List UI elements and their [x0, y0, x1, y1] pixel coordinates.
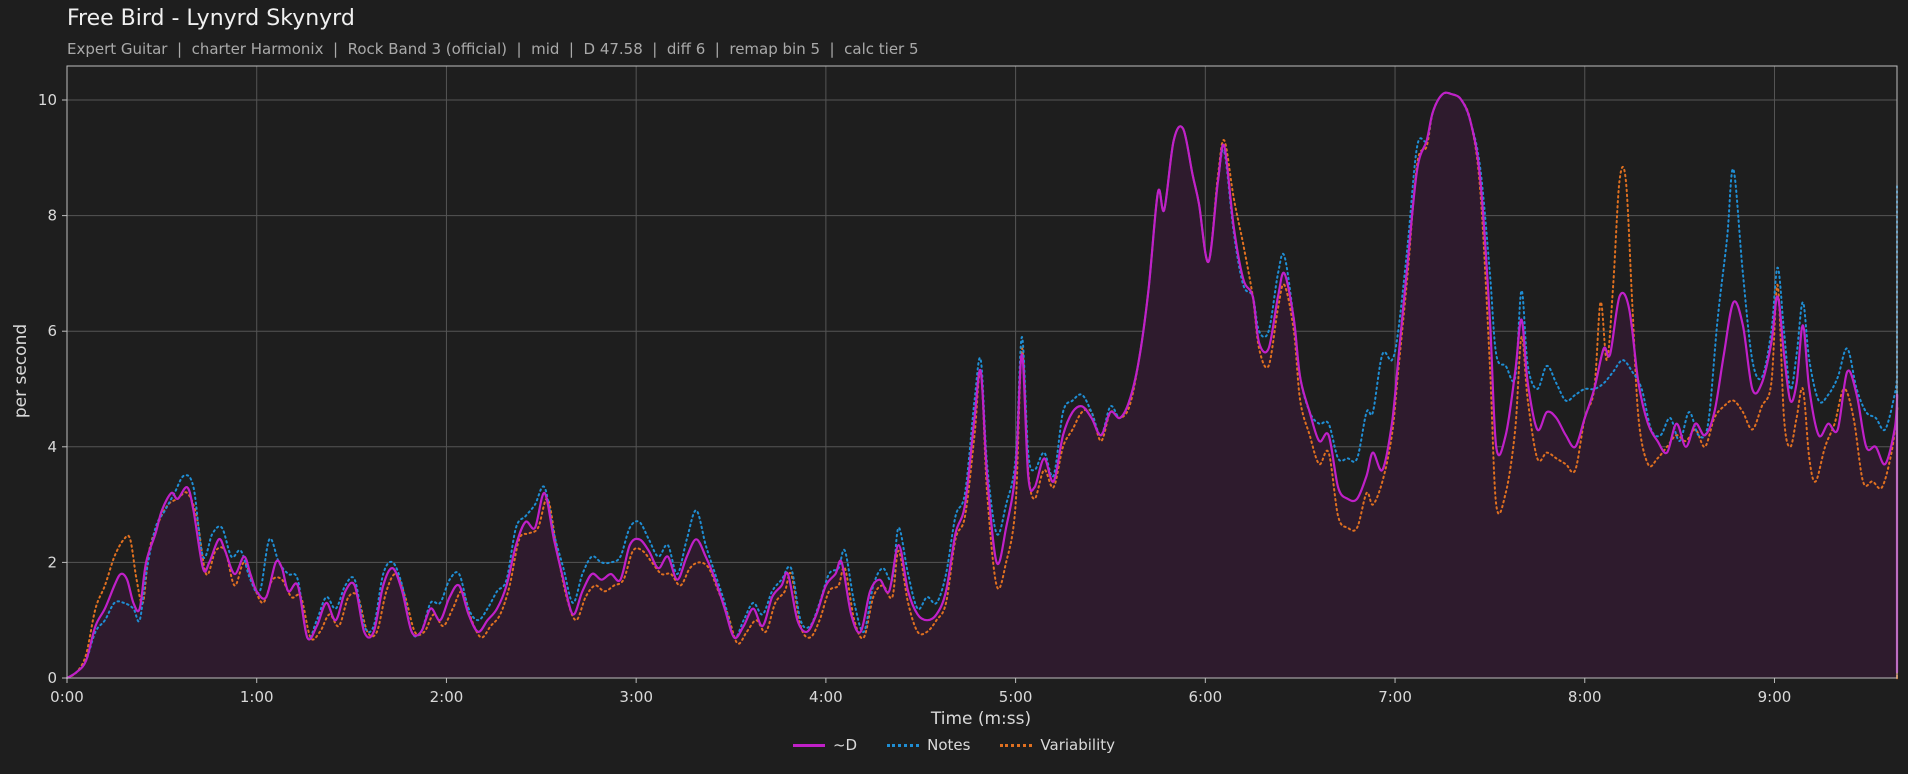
y-axis-ticks: 0 2 4 6 8 10 — [38, 91, 67, 687]
x-tick-label: 3:00 — [619, 688, 653, 706]
y-tick-label: 6 — [47, 322, 57, 340]
x-tick-label: 9:00 — [1758, 688, 1792, 706]
legend-label-variability: Variability — [1040, 736, 1116, 754]
y-tick-label: 0 — [47, 669, 57, 687]
y-tick-label: 10 — [38, 91, 57, 109]
legend-item-notes: Notes — [887, 736, 970, 754]
x-axis-label: Time (m:ss) — [930, 709, 1031, 729]
x-axis-ticks: 0:00 1:00 2:00 3:00 4:00 5:00 6:00 7:00 8:00 9:00 — [50, 678, 1791, 706]
x-tick-label: 5:00 — [999, 688, 1033, 706]
x-tick-label: 0:00 — [50, 688, 84, 706]
legend: ~D Notes Variability — [0, 736, 1908, 754]
legend-label-d: ~D — [832, 736, 858, 754]
y-tick-label: 2 — [47, 553, 57, 571]
x-tick-label: 4:00 — [809, 688, 843, 706]
x-tick-label: 1:00 — [240, 688, 274, 706]
legend-swatch-variability — [1000, 743, 1033, 747]
legend-item-variability: Variability — [1000, 736, 1115, 754]
y-tick-label: 4 — [47, 438, 57, 456]
legend-swatch-notes — [887, 743, 920, 747]
chart: 0:00 1:00 2:00 3:00 4:00 5:00 6:00 7:00 8:00 9:00… — [11, 65, 1899, 729]
legend-swatch-d — [792, 743, 825, 747]
x-tick-label: 2:00 — [430, 688, 464, 706]
x-tick-label: 7:00 — [1378, 688, 1412, 706]
legend-label-notes: Notes — [927, 736, 971, 754]
legend-item-d: ~D — [792, 736, 858, 754]
y-tick-label: 8 — [47, 207, 57, 225]
y-axis-label: per second — [11, 324, 31, 418]
x-tick-label: 6:00 — [1188, 688, 1222, 706]
x-tick-label: 8:00 — [1568, 688, 1602, 706]
